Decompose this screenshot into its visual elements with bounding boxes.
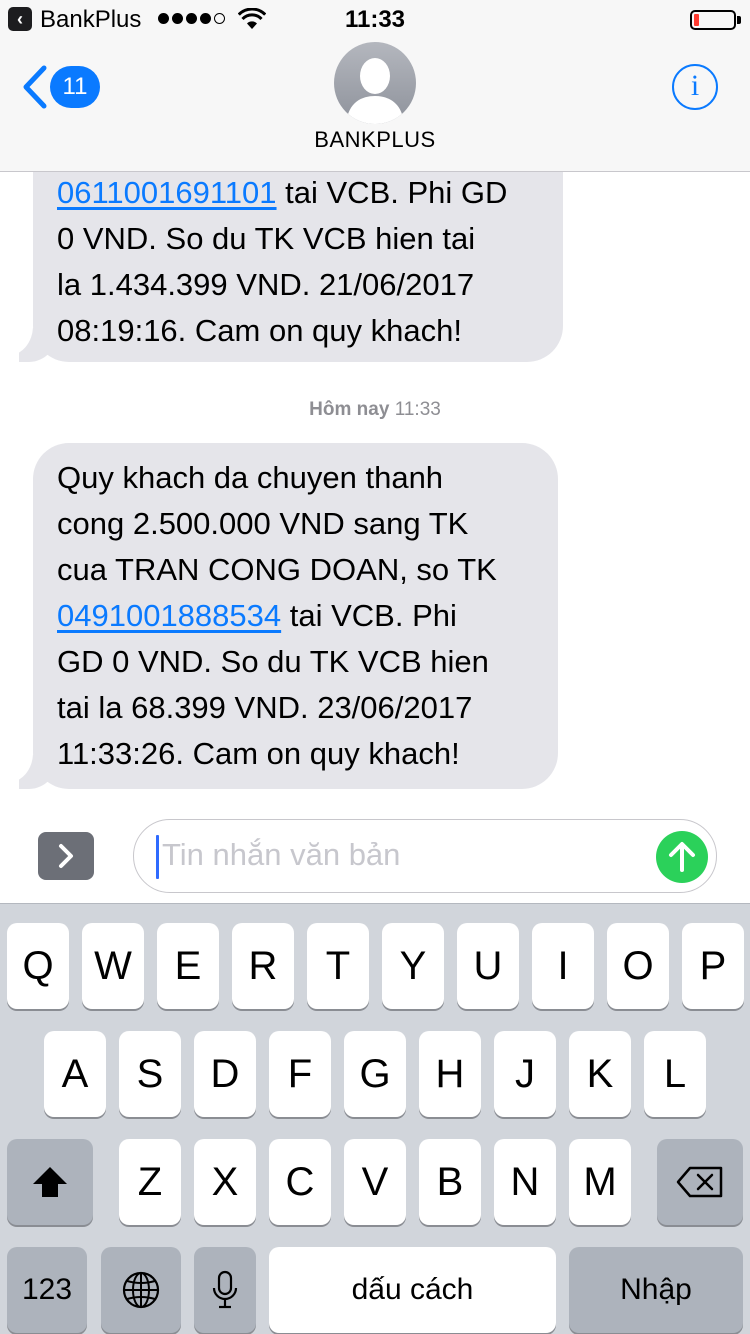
message-line: 0491001888534 tai VCB. Phi — [57, 593, 534, 639]
message-composer: Tin nhắn văn bản — [0, 808, 750, 904]
account-number-link[interactable]: 0491001888534 — [57, 598, 281, 633]
backspace-key[interactable] — [657, 1139, 743, 1225]
send-button[interactable] — [656, 831, 708, 883]
bubble-tail — [19, 755, 49, 789]
key-i[interactable]: I — [532, 923, 594, 1009]
microphone-icon — [212, 1270, 238, 1309]
shift-icon — [33, 1167, 67, 1197]
key-t[interactable]: T — [307, 923, 369, 1009]
backspace-icon — [676, 1166, 723, 1198]
timestamp: Hôm nay 11:33 — [0, 399, 750, 421]
key-v[interactable]: V — [344, 1139, 406, 1225]
status-bar: ‹ BankPlus 11:33 — [0, 0, 750, 40]
key-x[interactable]: X — [194, 1139, 256, 1225]
text-cursor — [156, 835, 159, 879]
contact-avatar[interactable] — [334, 42, 416, 124]
message-line: GD 0 VND. So du TK VCB hien — [57, 644, 489, 679]
message-line: 08:19:16. Cam on quy khach! — [57, 313, 462, 348]
bubble-tail — [19, 328, 49, 362]
dictation-key[interactable] — [194, 1247, 256, 1333]
send-arrow-icon — [669, 842, 695, 872]
key-z[interactable]: Z — [119, 1139, 181, 1225]
key-s[interactable]: S — [119, 1031, 181, 1117]
shift-key[interactable] — [7, 1139, 93, 1225]
account-number-link[interactable]: 0611001691101 — [57, 175, 277, 210]
message-placeholder: Tin nhắn văn bản — [162, 837, 401, 872]
message-line: cua TRAN CONG DOAN, so TK — [57, 552, 497, 587]
key-f[interactable]: F — [269, 1031, 331, 1117]
unread-count-badge: 11 — [50, 66, 100, 108]
message-line: 11:33:26. Cam on quy khach! — [57, 736, 460, 771]
key-o[interactable]: O — [607, 923, 669, 1009]
key-y[interactable]: Y — [382, 923, 444, 1009]
globe-key[interactable] — [101, 1247, 181, 1333]
key-a[interactable]: A — [44, 1031, 106, 1117]
key-n[interactable]: N — [494, 1139, 556, 1225]
space-key[interactable]: dấu cách — [269, 1247, 556, 1333]
key-q[interactable]: Q — [7, 923, 69, 1009]
key-e[interactable]: E — [157, 923, 219, 1009]
clock: 11:33 — [344, 6, 406, 33]
back-button[interactable]: 11 — [20, 62, 110, 112]
key-c[interactable]: C — [269, 1139, 331, 1225]
keyboard: Q W E R T Y U I O P A S D F G H J K L Z … — [0, 903, 750, 1334]
message-line: 0 VND. So du TK VCB hien tai — [57, 221, 476, 256]
key-k[interactable]: K — [569, 1031, 631, 1117]
avatar-icon — [346, 58, 404, 124]
message-text: tai VCB. Phi — [289, 598, 457, 633]
timestamp-time: 11:33 — [394, 399, 441, 420]
return-key[interactable]: Nhập — [569, 1247, 743, 1333]
message-line: Quy khach da chuyen thanh — [57, 460, 444, 495]
key-j[interactable]: J — [494, 1031, 556, 1117]
key-m[interactable]: M — [569, 1139, 631, 1225]
numbers-key[interactable]: 123 — [7, 1247, 87, 1333]
key-g[interactable]: G — [344, 1031, 406, 1117]
key-b[interactable]: B — [419, 1139, 481, 1225]
key-w[interactable]: W — [82, 923, 144, 1009]
message-line: tai la 68.399 VND. 23/06/2017 — [57, 690, 473, 725]
info-icon[interactable]: i — [672, 64, 718, 110]
key-r[interactable]: R — [232, 923, 294, 1009]
key-h[interactable]: H — [419, 1031, 481, 1117]
key-d[interactable]: D — [194, 1031, 256, 1117]
message-text: tai VCB. Phi GD — [285, 175, 508, 210]
key-p[interactable]: P — [682, 923, 744, 1009]
message-line: 0611001691101 tai VCB. Phi GD — [57, 170, 539, 216]
timestamp-day: Hôm nay — [309, 399, 390, 420]
apps-chevron-icon — [59, 844, 73, 868]
battery-icon — [690, 10, 741, 30]
globe-icon — [122, 1271, 160, 1309]
back-chevron-icon — [23, 65, 47, 109]
message-input[interactable]: Tin nhắn văn bản — [133, 819, 717, 893]
contact-name[interactable]: BANKPLUS — [0, 127, 750, 153]
apps-button[interactable] — [38, 832, 94, 880]
key-u[interactable]: U — [457, 923, 519, 1009]
key-l[interactable]: L — [644, 1031, 706, 1117]
message-line: cong 2.500.000 VND sang TK — [57, 506, 469, 541]
message-bubble-received[interactable]: Quy khach da chuyen thanh cong 2.500.000… — [19, 443, 558, 789]
message-line: la 1.434.399 VND. 21/06/2017 — [57, 267, 475, 302]
